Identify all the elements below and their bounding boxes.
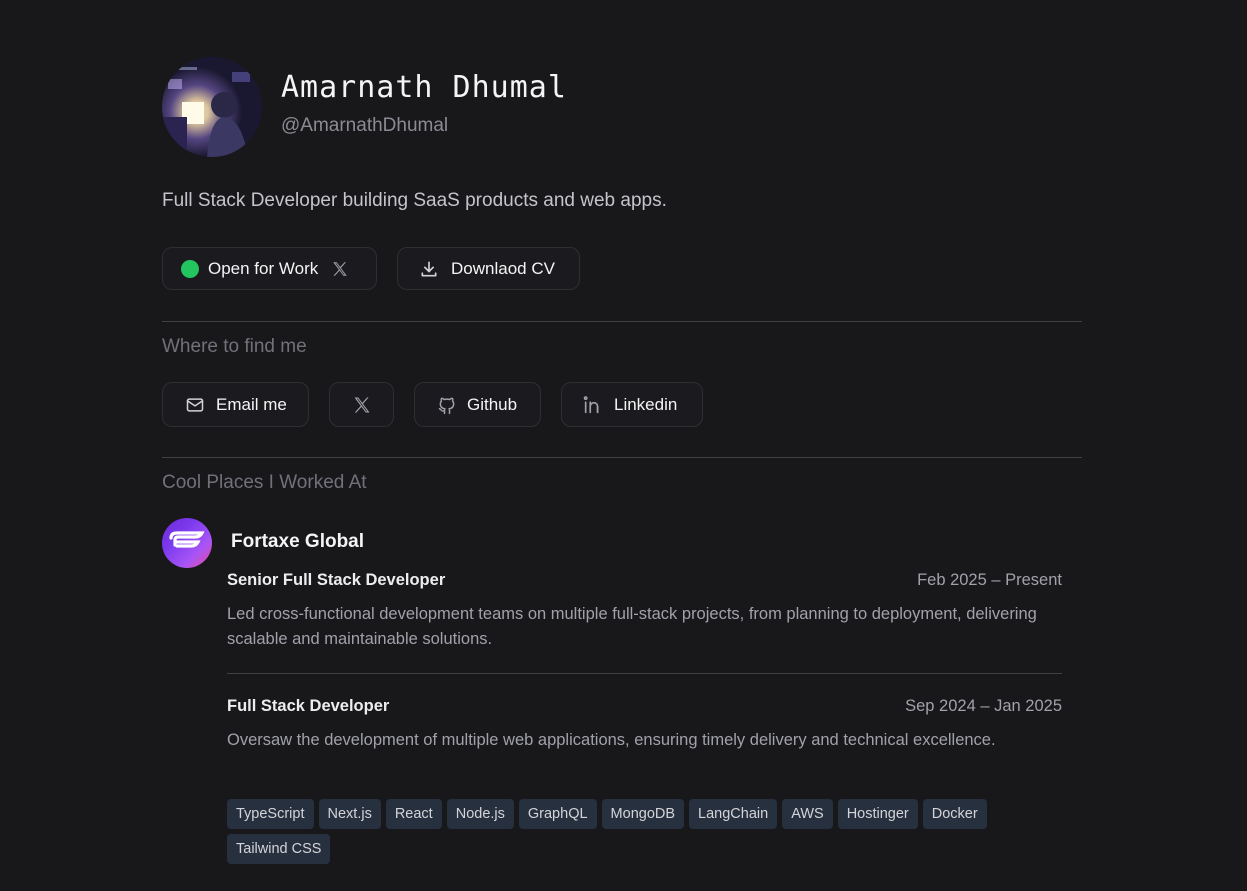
tech-tag: React [385, 799, 442, 829]
github-button[interactable]: Github [414, 382, 541, 427]
download-cv-button[interactable]: Downlaod CV [397, 247, 580, 290]
role-dates: Feb 2025 – Present [917, 571, 1062, 589]
tech-tag: TypeScript [227, 799, 314, 829]
tech-tag: Node.js [446, 799, 514, 829]
open-for-work-label: Open for Work [208, 258, 319, 278]
section-divider [162, 457, 1082, 458]
role-entry: Full Stack Developer Sep 2024 – Jan 2025… [227, 697, 1062, 753]
x-logo-icon [352, 395, 372, 415]
email-label: Email me [216, 394, 287, 414]
profile-bio: Full Stack Developer building SaaS produ… [162, 190, 667, 211]
role-header: Senior Full Stack Developer Feb 2025 – P… [227, 571, 1062, 590]
download-cv-label: Downlaod CV [451, 258, 555, 278]
tech-tag: MongoDB [601, 799, 685, 829]
tech-tag: GraphQL [518, 799, 597, 829]
github-label: Github [467, 394, 518, 414]
role-title: Full Stack Developer [227, 697, 390, 715]
download-icon [419, 259, 439, 279]
mail-icon [185, 395, 205, 415]
linkedin-button[interactable]: Linkedin [561, 382, 703, 427]
avatar [162, 57, 262, 157]
tech-tag: Tailwind CSS [227, 834, 331, 864]
open-for-work-button[interactable]: Open for Work [162, 247, 377, 290]
section-divider [162, 321, 1082, 322]
role-entry: Senior Full Stack Developer Feb 2025 – P… [227, 571, 1062, 652]
company-name: Fortaxe Global [231, 531, 365, 552]
tech-tags: TypeScript Next.js React Node.js GraphQL… [227, 799, 1062, 864]
role-divider [227, 673, 1062, 674]
linkedin-label: Linkedin [614, 394, 678, 414]
tech-tag: AWS [782, 799, 833, 829]
portfolio-page: Amarnath Dhumal @AmarnathDhumal Full Sta… [0, 0, 1247, 891]
contact-section-title: Where to find me [162, 336, 307, 357]
role-header: Full Stack Developer Sep 2024 – Jan 2025 [227, 697, 1062, 716]
tech-tag: Next.js [318, 799, 381, 829]
name-block: Amarnath Dhumal @AmarnathDhumal [281, 70, 567, 137]
role-dates: Sep 2024 – Jan 2025 [905, 697, 1062, 715]
role-title: Senior Full Stack Developer [227, 571, 446, 589]
profile-header: Amarnath Dhumal @AmarnathDhumal [162, 57, 567, 157]
tech-tag: LangChain [689, 799, 778, 829]
linkedin-icon [582, 394, 604, 416]
status-dot-icon [181, 259, 199, 278]
tech-tag: Docker [922, 799, 987, 829]
experience-section-title: Cool Places I Worked At [162, 472, 367, 493]
company-logo [162, 518, 212, 568]
profile-name: Amarnath Dhumal [281, 69, 567, 105]
role-description: Led cross-functional development teams o… [227, 605, 1037, 648]
profile-handle: @AmarnathDhumal [281, 114, 449, 136]
x-logo-icon [331, 260, 349, 278]
x-profile-button[interactable] [329, 382, 394, 427]
tech-tag: Hostinger [837, 799, 918, 829]
email-button[interactable]: Email me [162, 382, 309, 427]
github-icon [437, 395, 457, 415]
role-description: Oversaw the development of multiple web … [227, 731, 996, 749]
